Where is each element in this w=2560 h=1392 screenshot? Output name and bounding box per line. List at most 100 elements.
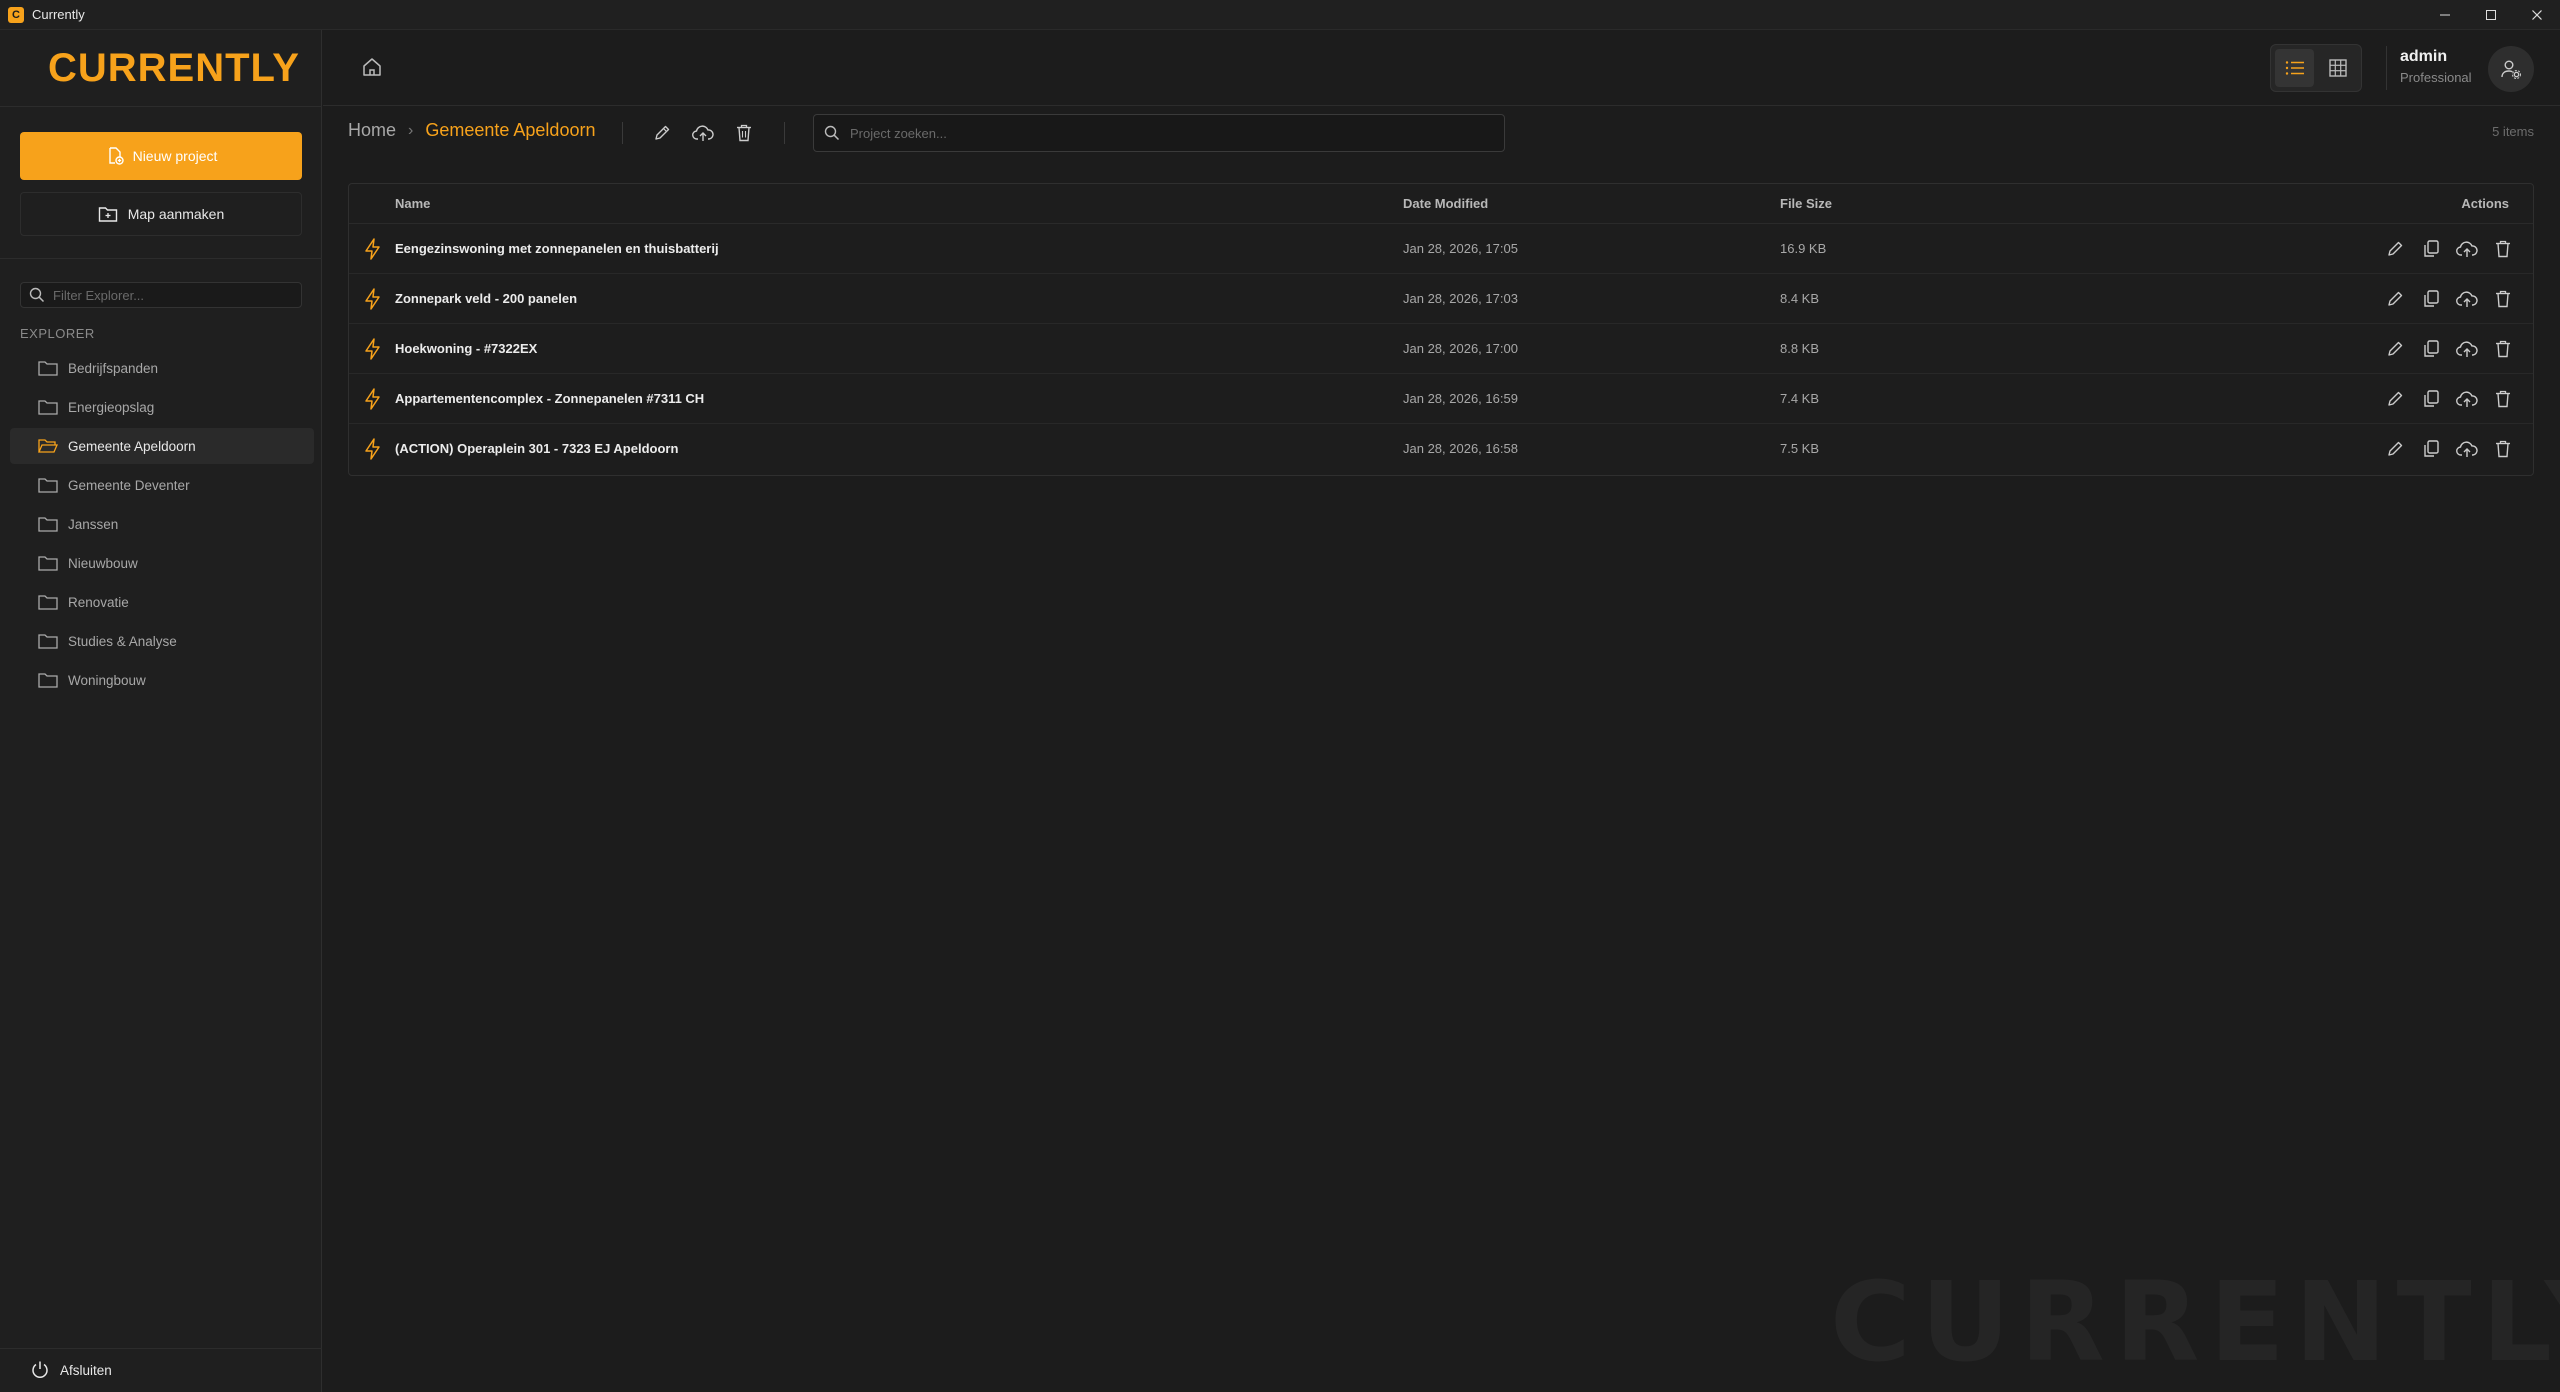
cloud-upload-icon (2456, 391, 2478, 407)
upload-button[interactable] (2455, 237, 2479, 261)
bolt-icon (363, 238, 383, 263)
cloud-upload-icon (2456, 241, 2478, 257)
bolt-icon (363, 338, 383, 363)
tree-item-label: Studies & Analyse (68, 633, 177, 649)
copy-icon (2424, 240, 2439, 257)
row-date: Jan 28, 2026, 16:59 (1403, 391, 1518, 406)
new-project-button[interactable]: Nieuw project (20, 132, 302, 180)
duplicate-button[interactable] (2419, 437, 2443, 461)
explorer-heading: EXPLORER (20, 326, 95, 341)
column-header-name[interactable]: Name (395, 196, 430, 211)
maximize-icon (2486, 10, 2496, 20)
tree-item-nieuwbouw[interactable]: Nieuwbouw (10, 545, 314, 581)
home-icon (363, 58, 381, 76)
tree-item-label: Janssen (68, 516, 119, 532)
duplicate-button[interactable] (2419, 237, 2443, 261)
tree-item-janssen[interactable]: Janssen (10, 506, 314, 542)
upload-button[interactable] (2455, 287, 2479, 311)
row-size: 7.4 KB (1780, 391, 1820, 406)
table-row[interactable]: (ACTION) Operaplein 301 - 7323 EJ Apeldo… (349, 424, 2533, 474)
edit-icon (655, 125, 670, 140)
table-row[interactable]: Zonnepark veld - 200 panelen Jan 28, 202… (349, 274, 2533, 324)
tree-item-woningbouw[interactable]: Woningbouw (10, 662, 314, 698)
delete-button[interactable] (2491, 437, 2515, 461)
cloud-upload-icon (2456, 341, 2478, 357)
row-actions (2383, 387, 2515, 411)
table-row[interactable]: Appartementencomplex - Zonnepanelen #731… (349, 374, 2533, 424)
filter-explorer-input[interactable] (53, 287, 293, 303)
edit-button[interactable] (2383, 387, 2407, 411)
user-settings-icon (2501, 60, 2521, 79)
tree-item-studies-analyse[interactable]: Studies & Analyse (10, 623, 314, 659)
breadcrumb-current: Gemeente Apeldoorn (425, 120, 596, 140)
new-folder-button[interactable]: Map aanmaken (20, 192, 302, 236)
row-actions (2383, 237, 2515, 261)
delete-button[interactable] (2491, 337, 2515, 361)
minimize-button[interactable] (2422, 0, 2468, 30)
tree-item-gemeente-deventer[interactable]: Gemeente Deventer (10, 467, 314, 503)
row-size: 8.8 KB (1780, 341, 1820, 356)
home-button[interactable] (361, 56, 383, 83)
row-size: 8.4 KB (1780, 291, 1820, 306)
row-size: 16.9 KB (1780, 241, 1827, 256)
delete-button[interactable] (2491, 237, 2515, 261)
folder-open-icon (38, 439, 58, 453)
divider (0, 106, 322, 107)
user-settings-button[interactable] (2488, 46, 2534, 92)
close-window-button[interactable] (2514, 0, 2560, 30)
delete-button[interactable] (2491, 287, 2515, 311)
project-search (813, 114, 1505, 152)
column-header-size[interactable]: File Size (1780, 196, 1832, 211)
duplicate-button[interactable] (2419, 387, 2443, 411)
maximize-button[interactable] (2468, 0, 2514, 30)
rename-folder-button[interactable] (650, 121, 674, 145)
duplicate-button[interactable] (2419, 337, 2443, 361)
tree-item-energieopslag[interactable]: Energieopslag (10, 389, 314, 425)
grid-view-icon (2328, 59, 2347, 77)
divider (0, 1348, 322, 1349)
app-icon: C (8, 6, 24, 23)
copy-icon (2424, 440, 2439, 457)
edit-button[interactable] (2383, 437, 2407, 461)
edit-button[interactable] (2383, 287, 2407, 311)
edit-button[interactable] (2383, 337, 2407, 361)
duplicate-button[interactable] (2419, 287, 2443, 311)
project-search-input[interactable] (850, 125, 1490, 141)
delete-folder-button[interactable] (732, 121, 756, 145)
divider (622, 122, 623, 144)
copy-icon (2424, 390, 2439, 407)
main-header: admin Professional (323, 30, 2560, 106)
table-row[interactable]: Hoekwoning - #7322EX Jan 28, 2026, 17:00… (349, 324, 2533, 374)
tree-item-label: Gemeente Apeldoorn (68, 438, 196, 454)
table-row[interactable]: Eengezinswoning met zonnepanelen en thui… (349, 224, 2533, 274)
column-header-date[interactable]: Date Modified (1403, 196, 1488, 211)
upload-button[interactable] (2455, 437, 2479, 461)
trash-icon (2496, 440, 2510, 458)
grid-view-button[interactable] (2318, 49, 2357, 87)
list-view-button[interactable] (2275, 49, 2314, 87)
minimize-icon (2440, 14, 2450, 16)
folder-icon (38, 517, 58, 532)
delete-button[interactable] (2491, 387, 2515, 411)
folder-icon (38, 478, 58, 493)
upload-button[interactable] (2455, 337, 2479, 361)
divider (0, 258, 322, 259)
sidebar: CURRENTLY Nieuw project Map aanmaken EXP… (0, 30, 322, 1392)
quit-button[interactable]: Afsluiten (30, 1360, 112, 1380)
breadcrumb-separator: › (408, 121, 414, 139)
row-date: Jan 28, 2026, 17:03 (1403, 291, 1518, 306)
tree-item-label: Nieuwbouw (68, 555, 138, 571)
breadcrumb-home[interactable]: Home (348, 120, 396, 141)
upload-folder-button[interactable] (691, 121, 715, 145)
edit-button[interactable] (2383, 237, 2407, 261)
tree-item-label: Woningbouw (68, 672, 146, 688)
folder-icon (38, 634, 58, 649)
upload-button[interactable] (2455, 387, 2479, 411)
new-project-icon (108, 147, 124, 165)
trash-icon (2496, 390, 2510, 408)
tree-item-gemeente-apeldoorn[interactable]: Gemeente Apeldoorn (10, 428, 314, 464)
tree-item-bedrijfspanden[interactable]: Bedrijfspanden (10, 350, 314, 386)
tree-item-renovatie[interactable]: Renovatie (10, 584, 314, 620)
edit-icon (2388, 291, 2403, 306)
new-project-label: Nieuw project (132, 148, 218, 164)
